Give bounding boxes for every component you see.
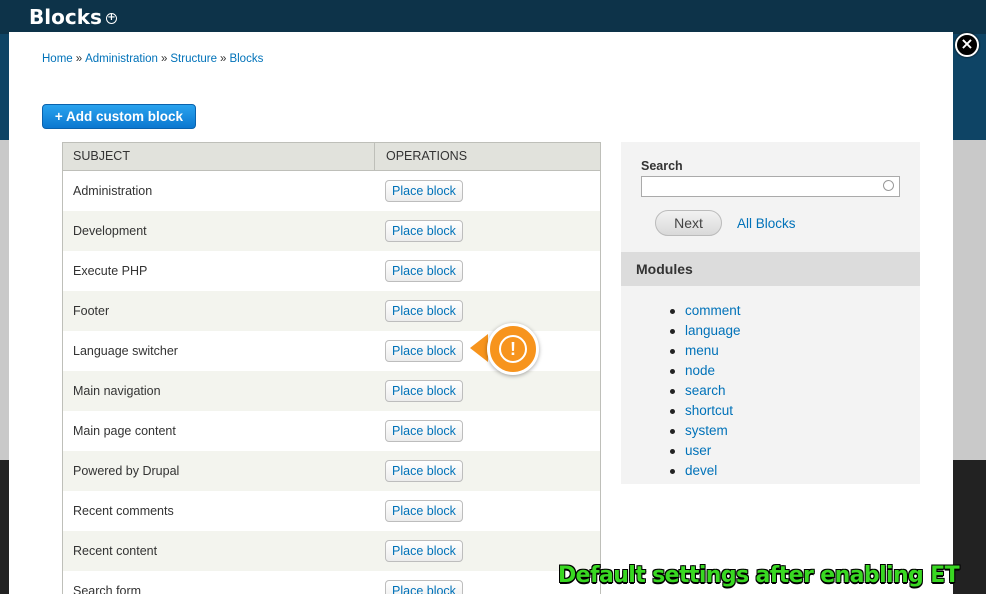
- module-link-comment[interactable]: comment: [670, 301, 920, 321]
- warning-pointer: [470, 334, 488, 362]
- block-subject: Main page content: [73, 424, 176, 438]
- table-row: Main navigation Place block: [63, 371, 600, 411]
- block-subject: Main navigation: [73, 384, 161, 398]
- breadcrumb-administration[interactable]: Administration: [85, 53, 158, 65]
- place-block-button[interactable]: Place block: [385, 460, 463, 482]
- place-block-button[interactable]: Place block: [385, 580, 463, 594]
- breadcrumb-separator: »: [220, 53, 227, 65]
- place-block-button[interactable]: Place block: [385, 380, 463, 402]
- breadcrumb-structure[interactable]: Structure: [170, 53, 217, 65]
- column-header-subject[interactable]: SUBJECT: [63, 143, 375, 170]
- table-row: Main page content Place block: [63, 411, 600, 451]
- place-block-button[interactable]: Place block: [385, 300, 463, 322]
- exclamation-icon: !: [499, 335, 527, 363]
- place-block-button[interactable]: Place block: [385, 340, 463, 362]
- place-block-button[interactable]: Place block: [385, 500, 463, 522]
- admin-header: [0, 0, 986, 34]
- table-header: SUBJECT OPERATIONS: [63, 143, 600, 171]
- breadcrumb-home[interactable]: Home: [42, 53, 73, 65]
- place-block-button[interactable]: Place block: [385, 220, 463, 242]
- module-link-devel[interactable]: devel: [670, 461, 920, 481]
- search-panel: Search Next All Blocks: [621, 142, 920, 252]
- table-row: Search form Place block: [63, 571, 600, 594]
- column-header-operations: OPERATIONS: [386, 149, 468, 163]
- place-block-button[interactable]: Place block: [385, 260, 463, 282]
- search-icon: [883, 180, 894, 191]
- module-link-system[interactable]: system: [670, 421, 920, 441]
- breadcrumb-separator: »: [75, 53, 83, 65]
- close-icon[interactable]: ×: [955, 33, 979, 57]
- breadcrumb-blocks[interactable]: Blocks: [229, 53, 263, 65]
- search-input[interactable]: [641, 176, 900, 197]
- caption-overlay: Default settings after enabling ET: [558, 563, 960, 588]
- breadcrumb: Home» Administration» Structure» Blocks: [42, 53, 263, 65]
- plus-circle-icon[interactable]: +: [105, 13, 117, 24]
- modules-panel: Modules comment language menu node searc…: [621, 252, 920, 484]
- modules-list: comment language menu node search shortc…: [621, 286, 920, 481]
- block-subject: Powered by Drupal: [73, 464, 180, 478]
- table-body: Administration Place block Development Pla…: [63, 171, 600, 594]
- module-link-menu[interactable]: menu: [670, 341, 920, 361]
- module-link-language[interactable]: language: [670, 321, 920, 341]
- block-subject: Language switcher: [73, 344, 178, 358]
- warning-icon: !: [487, 323, 539, 375]
- page-title: Blocks +: [29, 5, 117, 29]
- place-block-button[interactable]: Place block: [385, 180, 463, 202]
- block-subject: Search form: [73, 584, 142, 594]
- module-link-user[interactable]: user: [670, 441, 920, 461]
- table-row: Recent comments Place block: [63, 491, 600, 531]
- block-subject: Recent comments: [73, 504, 174, 518]
- table-row: Recent content Place block: [63, 531, 600, 571]
- all-blocks-link[interactable]: All Blocks: [737, 216, 796, 231]
- add-custom-block-button[interactable]: + Add custom block: [42, 104, 196, 129]
- next-button[interactable]: Next: [655, 210, 722, 236]
- block-subject: Development: [73, 224, 147, 238]
- block-subject: Footer: [73, 304, 110, 318]
- block-subject: Recent content: [73, 544, 158, 558]
- table-row: Development Place block: [63, 211, 600, 251]
- block-subject: Execute PHP: [73, 264, 148, 278]
- place-block-button[interactable]: Place block: [385, 420, 463, 442]
- table-row: Execute PHP Place block: [63, 251, 600, 291]
- blocks-library-modal: Home» Administration» Structure» Blocks + A…: [9, 32, 953, 594]
- module-link-node[interactable]: node: [670, 361, 920, 381]
- breadcrumb-separator: »: [160, 53, 168, 65]
- place-block-button[interactable]: Place block: [385, 540, 463, 562]
- module-link-search[interactable]: search: [670, 381, 920, 401]
- search-label: Search: [641, 159, 683, 173]
- module-link-shortcut[interactable]: shortcut: [670, 401, 920, 421]
- table-row: Powered by Drupal Place block: [63, 451, 600, 491]
- table-row: Administration Place block: [63, 171, 600, 211]
- modules-heading: Modules: [621, 252, 920, 286]
- block-subject: Administration: [73, 184, 153, 198]
